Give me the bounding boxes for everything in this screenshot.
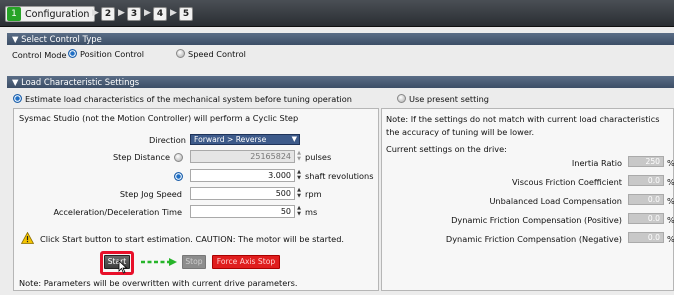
- spinner-icon[interactable]: ▲ ▼: [296, 187, 302, 200]
- unit-percent: %: [667, 234, 674, 244]
- inertia-ratio-value: 250: [628, 156, 664, 167]
- spinner-icon[interactable]: ▲ ▼: [296, 205, 302, 218]
- jog-speed-label: Step Jog Speed: [119, 189, 182, 199]
- unit-percent: %: [667, 215, 674, 225]
- force-axis-stop-button[interactable]: Force Axis Stop: [212, 255, 280, 269]
- radio-label: Use present setting: [409, 94, 490, 104]
- accel-decel-field[interactable]: 50: [190, 205, 295, 218]
- jog-speed-field[interactable]: 500: [190, 187, 295, 200]
- dynamic-friction-positive-value: 0.0: [628, 213, 664, 224]
- radio-selected-icon: [13, 94, 22, 103]
- tuning-note-line1: Note: If the settings do not match with …: [386, 114, 660, 124]
- chevron-down-icon: ▼: [291, 135, 297, 143]
- tuning-note-line2: the accuracy of tuning will be lower.: [386, 127, 535, 137]
- spinner-icon[interactable]: ▲ ▼: [296, 169, 302, 182]
- mouse-cursor-icon: [118, 260, 128, 274]
- dynamic-friction-negative-value: 0.0: [628, 232, 664, 243]
- unit-pulses: pulses: [305, 152, 332, 162]
- chevron-right-icon: ▶: [92, 8, 99, 18]
- radio-estimate-load[interactable]: Estimate load characteristics of the mec…: [13, 94, 352, 104]
- step-number: 1: [7, 7, 21, 21]
- step-5[interactable]: 5: [179, 7, 193, 21]
- dropdown-value: Forward > Reverse: [194, 135, 267, 144]
- viscous-friction-label: Viscous Friction Coefficient: [512, 177, 622, 187]
- unit-percent: %: [667, 196, 674, 206]
- warning-icon: [21, 232, 34, 244]
- radio-label: Position Control: [80, 49, 145, 59]
- direction-dropdown[interactable]: Forward > Reverse ▼: [190, 134, 300, 145]
- step-configuration[interactable]: 1 Configuration: [5, 6, 96, 22]
- step-4[interactable]: 4: [153, 7, 167, 21]
- section-header-load[interactable]: ▼ Load Characteristic Settings: [7, 76, 674, 88]
- revolutions-field[interactable]: 3.000: [190, 169, 295, 182]
- inertia-ratio-label: Inertia Ratio: [571, 158, 622, 168]
- chevron-right-icon: ▶: [170, 8, 177, 18]
- section-header-control-type[interactable]: ▼ Select Control Type: [7, 33, 674, 45]
- unit-shaft-revolutions: shaft revolutions: [305, 171, 374, 181]
- chevron-right-icon: ▶: [144, 8, 151, 18]
- chevron-right-icon: ▶: [118, 8, 125, 18]
- radio-step-distance-revolutions[interactable]: [174, 172, 183, 181]
- radio-unselected-icon: [176, 49, 185, 58]
- radio-use-present[interactable]: Use present setting: [397, 94, 489, 104]
- unit-ms: ms: [305, 207, 318, 217]
- step-2[interactable]: 2: [101, 7, 115, 21]
- radio-label: Estimate load characteristics of the mec…: [25, 94, 352, 104]
- radio-selected-icon: [68, 49, 77, 58]
- unit-percent: %: [667, 177, 674, 187]
- unit-percent: %: [667, 158, 674, 168]
- control-mode-label: Control Mode: [12, 50, 67, 60]
- accel-decel-label: Acceleration/Deceleration Time: [53, 207, 182, 217]
- viscous-friction-value: 0.0: [628, 175, 664, 186]
- radio-speed-control[interactable]: Speed Control: [176, 49, 246, 59]
- unbalanced-load-value: 0.0: [628, 194, 664, 205]
- step-distance-field[interactable]: 25165824: [190, 150, 295, 163]
- cyclic-step-info: Sysmac Studio (not the Motion Controller…: [19, 113, 299, 123]
- spinner-icon: ▲ ▼: [297, 150, 301, 162]
- radio-position-control[interactable]: Position Control: [68, 49, 144, 59]
- dynamic-friction-positive-label: Dynamic Friction Compensation (Positive): [451, 215, 622, 225]
- current-settings-label: Current settings on the drive:: [386, 144, 507, 154]
- unbalanced-load-label: Unbalanced Load Compensation: [489, 196, 622, 206]
- arrow-right-icon: [141, 258, 177, 266]
- unit-rpm: rpm: [305, 189, 322, 199]
- step-distance-label: Step Distance: [112, 152, 170, 162]
- radio-label: Speed Control: [188, 49, 246, 59]
- overwrite-note: Note: Parameters will be overwritten wit…: [19, 278, 298, 288]
- stop-button[interactable]: Stop: [182, 255, 206, 269]
- start-warning-text: Click Start button to start estimation. …: [40, 234, 345, 244]
- radio-step-distance-pulses[interactable]: [174, 153, 183, 162]
- step-label: Configuration: [25, 8, 90, 20]
- dynamic-friction-negative-label: Dynamic Friction Compensation (Negative): [445, 234, 622, 244]
- direction-label: Direction: [149, 135, 186, 145]
- step-3[interactable]: 3: [127, 7, 141, 21]
- wizard-bar: 1 Configuration ▶ 2 ▶ 3 ▶ 4 ▶ 5: [0, 0, 674, 27]
- radio-unselected-icon: [397, 94, 406, 103]
